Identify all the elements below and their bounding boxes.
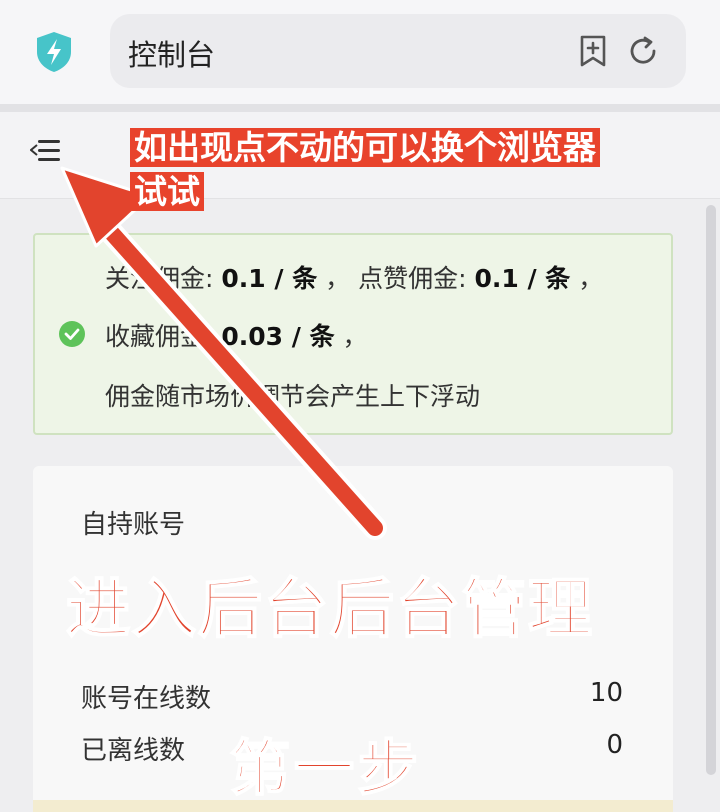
enter-admin-annotation: 进入后台后台管理 (65, 572, 594, 648)
step-one-annotation: 第一步 (229, 733, 422, 805)
red-arrow-annotation (60, 166, 387, 540)
browser-tip-callout: 如出现点不动的可以换个浏览器试试 (130, 126, 616, 214)
callout-text: 如出现点不动的可以换个浏览器试试 (130, 128, 600, 211)
